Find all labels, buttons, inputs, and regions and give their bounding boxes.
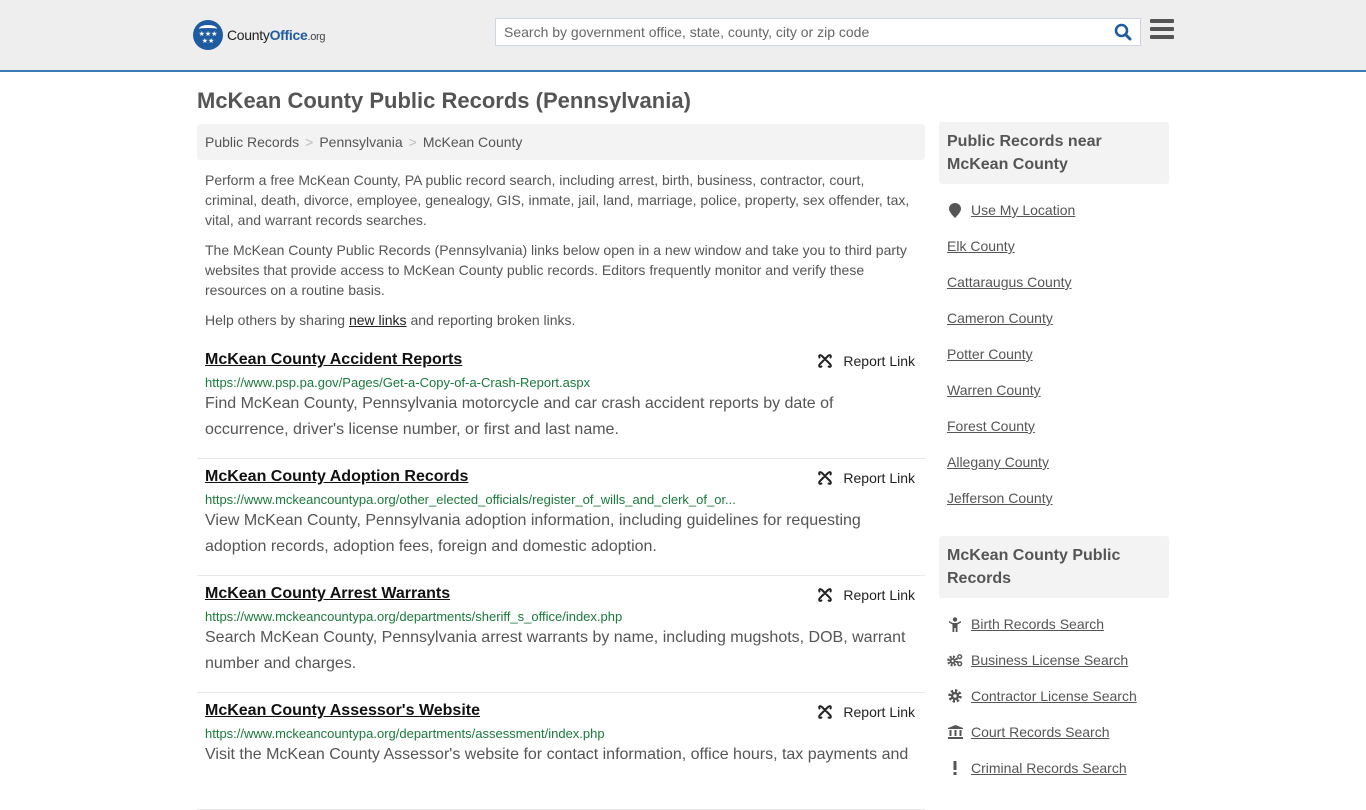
record-description: Find McKean County, Pennsylvania motorcy… (205, 395, 834, 438)
report-link-button[interactable]: Report Link (817, 353, 915, 369)
record-search-link[interactable]: Birth Records Search (971, 616, 1104, 632)
search-input[interactable] (496, 19, 1110, 45)
broken-link-icon (818, 354, 833, 368)
record-url: https://www.mckeancountypa.org/departmen… (205, 609, 623, 624)
nearby-county-item: Warren County (947, 372, 1161, 408)
record-item: McKean County Assessor's Website Report … (197, 693, 925, 810)
intro-share-paragraph: Help others by sharing new links and rep… (205, 312, 576, 328)
record-search-link[interactable]: Court Records Search (971, 724, 1110, 740)
record-title-link[interactable]: McKean County Arrest Warrants (205, 585, 450, 603)
record-description: Search McKean County, Pennsylvania arres… (205, 629, 906, 672)
breadcrumb-mckean-county[interactable]: McKean County (423, 134, 523, 150)
logo-text: CountyOffice.org (227, 27, 326, 43)
new-links-link[interactable]: new links (349, 312, 407, 328)
broken-link-icon (818, 588, 833, 602)
record-search-item: Contractor License Search (947, 678, 1161, 714)
site-header: ★★★ ★★ CountyOffice.org (0, 0, 1366, 72)
report-link-button[interactable]: Report Link (817, 704, 915, 720)
nearby-county-item: Forest County (947, 408, 1161, 444)
gears-icon (947, 653, 963, 667)
record-title-link[interactable]: McKean County Accident Reports (205, 351, 462, 369)
records-list: McKean County Accident Reports Report Li… (197, 342, 925, 810)
record-search-item: Business License Search (947, 642, 1161, 678)
nearby-heading: Public Records near McKean County (939, 122, 1169, 184)
nearby-county-item: Elk County (947, 228, 1161, 264)
child-icon (947, 616, 963, 632)
nearby-county-link[interactable]: Cattaraugus County (947, 274, 1072, 290)
use-my-location-item: Use My Location (947, 192, 1161, 228)
courthouse-icon (947, 725, 963, 739)
use-my-location-link[interactable]: Use My Location (971, 202, 1075, 218)
breadcrumb-separator: > (408, 134, 417, 150)
record-search-link[interactable]: Business License Search (971, 652, 1128, 668)
nearby-county-link[interactable]: Jefferson County (947, 490, 1053, 506)
breadcrumb: Public Records > Pennsylvania > McKean Count… (197, 124, 925, 160)
exclamation-icon (947, 761, 963, 775)
county-records-heading: McKean County Public Records (939, 536, 1169, 598)
hamburger-menu-icon[interactable] (1150, 19, 1174, 41)
nearby-county-item: Jefferson County (947, 480, 1161, 516)
intro-text: Perform a free McKean County, PA public … (205, 170, 917, 340)
record-search-item: Birth Records Search (947, 606, 1161, 642)
record-item: McKean County Accident Reports Report Li… (197, 342, 925, 459)
gear-icon (947, 689, 963, 703)
breadcrumb-public-records[interactable]: Public Records (205, 134, 299, 150)
record-search-item: Court Records Search (947, 714, 1161, 750)
report-link-button[interactable]: Report Link (817, 470, 915, 486)
intro-paragraph: The McKean County Public Records (Pennsy… (205, 242, 907, 298)
record-search-link[interactable]: Contractor License Search (971, 688, 1137, 704)
record-url: https://www.psp.pa.gov/Pages/Get-a-Copy-… (205, 375, 591, 390)
site-logo[interactable]: ★★★ ★★ CountyOffice.org (193, 20, 326, 50)
nearby-county-item: Cameron County (947, 300, 1161, 336)
record-item: McKean County Arrest Warrants Report Lin… (197, 576, 925, 693)
nearby-county-link[interactable]: Elk County (947, 238, 1015, 254)
broken-link-icon (818, 471, 833, 485)
nearby-county-link[interactable]: Forest County (947, 418, 1035, 434)
record-title-link[interactable]: McKean County Adoption Records (205, 468, 468, 486)
record-url: https://www.mckeancountypa.org/departmen… (205, 726, 605, 741)
nearby-county-link[interactable]: Potter County (947, 346, 1033, 362)
nearby-county-link[interactable]: Warren County (947, 382, 1041, 398)
breadcrumb-pennsylvania[interactable]: Pennsylvania (319, 134, 402, 150)
record-description: Visit the McKean County Assessor's websi… (205, 746, 909, 763)
nearby-county-item: Allegany County (947, 444, 1161, 480)
intro-paragraph: Perform a free McKean County, PA public … (205, 172, 910, 228)
nearby-list: Use My Location Elk County Cattaraugus C… (939, 184, 1169, 516)
record-search-link[interactable]: Criminal Records Search (971, 760, 1127, 776)
record-search-item: Criminal Records Search (947, 750, 1161, 786)
eagle-badge-icon: ★★★ ★★ (193, 20, 223, 50)
search-bar (495, 18, 1141, 46)
report-link-button[interactable]: Report Link (817, 587, 915, 603)
nearby-county-item: Potter County (947, 336, 1161, 372)
breadcrumb-separator: > (305, 134, 314, 150)
record-description: View McKean County, Pennsylvania adoptio… (205, 512, 861, 555)
record-title-link[interactable]: McKean County Assessor's Website (205, 702, 480, 720)
nearby-county-item: Cattaraugus County (947, 264, 1161, 300)
record-item: McKean County Adoption Records Report Li… (197, 459, 925, 576)
nearby-county-link[interactable]: Cameron County (947, 310, 1053, 326)
county-records-list: Birth Records Search Business License Se… (939, 598, 1169, 786)
sidebar: Public Records near McKean County Use My… (939, 122, 1169, 786)
record-url: https://www.mckeancountypa.org/other_ele… (205, 492, 736, 507)
map-marker-icon (947, 202, 963, 218)
broken-link-icon (818, 705, 833, 719)
nearby-county-link[interactable]: Allegany County (947, 454, 1049, 470)
search-icon[interactable] (1110, 19, 1136, 45)
page-title: McKean County Public Records (Pennsylvan… (197, 88, 691, 113)
